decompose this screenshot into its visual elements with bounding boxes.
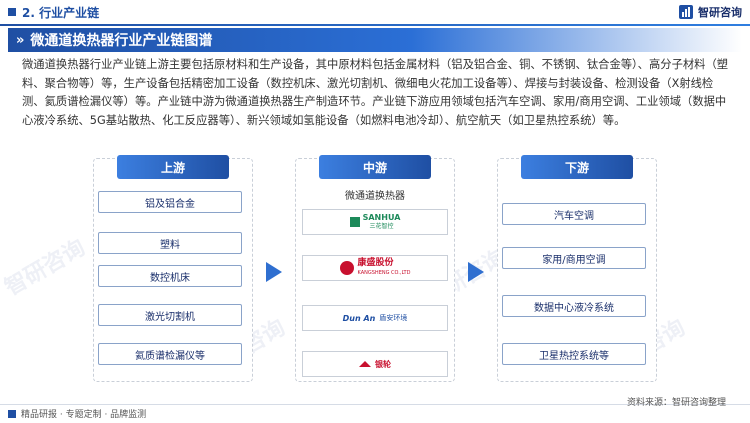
logo-sub: 盾安环境 bbox=[379, 314, 408, 322]
top-bar: 2. 行业产业链 智研咨询 bbox=[0, 0, 750, 24]
section-text: 2. 行业产业链 bbox=[22, 5, 100, 20]
description: 微通道换热器行业产业链上游主要包括原材料和生产设备，其中原材料包括金属材料（铝及… bbox=[22, 58, 729, 127]
footer-square-icon bbox=[8, 409, 16, 418]
upstream-item: 数控机床 bbox=[98, 265, 242, 287]
kangsheng-mark-icon bbox=[339, 261, 354, 275]
company-logo-sanhua: SANHUA 三花智控 bbox=[302, 209, 448, 235]
upstream-column: 上游 铝及铝合金 塑料 数控机床 激光切割机 氦质谱检漏仪等 bbox=[93, 155, 253, 382]
arrow-right-icon bbox=[468, 262, 484, 282]
section-label: 2. 行业产业链 bbox=[0, 4, 99, 21]
upstream-item: 铝及铝合金 bbox=[98, 191, 242, 213]
brand: 智研咨询 bbox=[678, 4, 742, 20]
company-logo-kangsheng: 康盛股份 KANGSHENG CO.,LTD bbox=[302, 255, 448, 281]
footer-text: 精品研报 · 专题定制 · 品牌监测 bbox=[21, 410, 147, 420]
midstream-caption: 微通道换热器 bbox=[345, 191, 405, 202]
logo-name: Dun An bbox=[342, 313, 376, 323]
footer-tagline: 精品研报 · 专题定制 · 品牌监测 bbox=[8, 407, 146, 420]
upstream-item: 激光切割机 bbox=[98, 304, 242, 326]
midstream-heading: 中游 bbox=[319, 155, 431, 179]
downstream-item: 汽车空调 bbox=[502, 203, 646, 225]
logo-name: 康盛股份 bbox=[357, 258, 394, 268]
downstream-item: 卫星热控系统等 bbox=[502, 343, 646, 365]
upstream-item: 氦质谱检漏仪等 bbox=[98, 343, 242, 365]
logo-sub: KANGSHENG CO.,LTD bbox=[357, 270, 411, 276]
upstream-heading: 上游 bbox=[117, 155, 229, 179]
downstream-column: 下游 汽车空调 家用/商用空调 数据中心液冷系统 卫星热控系统等 bbox=[497, 155, 657, 382]
logo-name: SANHUA bbox=[362, 213, 401, 222]
downstream-heading: 下游 bbox=[521, 155, 633, 179]
section-square-icon bbox=[8, 8, 16, 16]
page-title: 微通道换热器行业产业链图谱 bbox=[30, 33, 213, 49]
company-logo-yinlun: 银轮 bbox=[302, 351, 448, 377]
title-bar: » 微通道换热器行业产业链图谱 bbox=[8, 28, 742, 52]
brand-logo-icon bbox=[679, 5, 693, 19]
top-divider bbox=[0, 24, 750, 26]
downstream-item: 家用/商用空调 bbox=[502, 247, 646, 269]
upstream-item: 塑料 bbox=[98, 232, 242, 254]
source-note: 资料来源：智研咨询整理 bbox=[626, 398, 726, 408]
company-logo-dunan: Dun An 盾安环境 bbox=[302, 305, 448, 331]
yinlun-mark-icon bbox=[359, 361, 371, 367]
downstream-item: 数据中心液冷系统 bbox=[502, 295, 646, 317]
chevron-right-icon: » bbox=[16, 32, 25, 48]
logo-sub: 三花智控 bbox=[369, 223, 394, 230]
arrow-right-icon bbox=[266, 262, 282, 282]
sanhua-mark-icon bbox=[349, 217, 360, 227]
midstream-column: 中游 微通道换热器 SANHUA 三花智控 康盛股份 KANGSHENG CO.… bbox=[295, 155, 455, 382]
brand-name: 智研咨询 bbox=[698, 6, 742, 19]
watermark: 智研咨询 bbox=[0, 235, 90, 301]
logo-name: 银轮 bbox=[375, 359, 391, 369]
